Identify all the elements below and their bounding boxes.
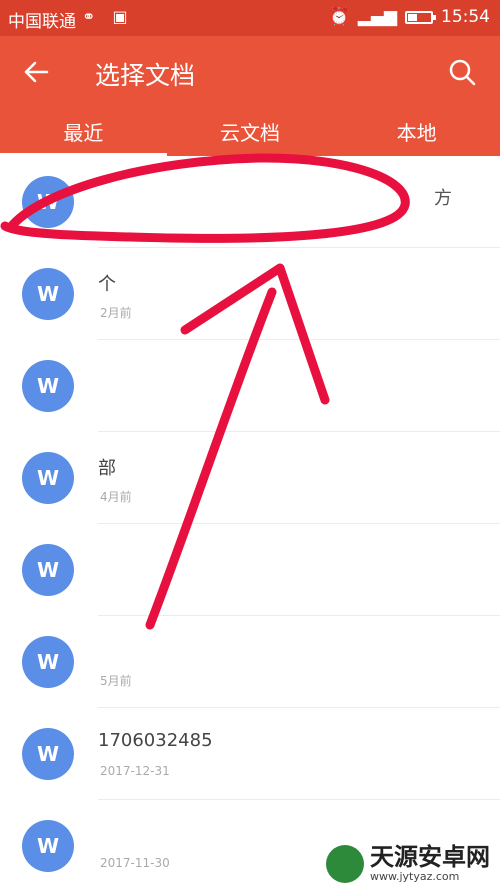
file-name: 个 (98, 274, 116, 295)
word-doc-icon: W (22, 636, 74, 688)
word-doc-icon: W (22, 176, 74, 228)
search-icon (449, 59, 476, 86)
signal-icon: ▂▄▆ (357, 7, 397, 27)
status-right: ⏰ ▂▄▆ 15:54 (329, 7, 490, 27)
watermark-url: www.jytyaz.com (370, 870, 460, 883)
file-name-tail: 方 (434, 188, 452, 209)
watermark-brand: 天源安卓网 (370, 843, 490, 871)
list-item[interactable]: W 5月前 (0, 616, 500, 708)
watermark: 天源安卓网 www.jytyaz.com (322, 842, 494, 885)
tab-bar: 最近 云文档 本地 (0, 116, 500, 156)
tab-cloud-docs[interactable]: 云文档 (167, 116, 334, 156)
notification-icons: ⚭ ▣ (82, 7, 134, 26)
tab-local[interactable]: 本地 (333, 116, 500, 156)
file-date: 5月前 (100, 674, 132, 688)
list-item[interactable]: W (0, 524, 500, 616)
word-doc-icon: W (22, 360, 74, 412)
page-title: 选择文档 (95, 61, 196, 90)
word-doc-icon: W (22, 820, 74, 872)
app-bar: 选择文档 最近 云文档 本地 (0, 36, 500, 156)
file-name: 17060324​85 (98, 730, 213, 751)
back-button[interactable] (18, 54, 54, 90)
android-logo-icon (326, 844, 364, 883)
file-date: 4月前 (100, 490, 132, 504)
tab-recent[interactable]: 最近 (0, 116, 167, 156)
list-item[interactable]: W 方 (0, 156, 500, 248)
list-item[interactable]: W 17060324​85 2017-12-31 (0, 708, 500, 800)
carrier-name: 中国联通 (8, 12, 76, 32)
list-item[interactable]: W 个 2月前 (0, 248, 500, 340)
arrow-left-icon (24, 61, 49, 83)
search-button[interactable] (444, 54, 480, 90)
word-doc-icon: W (22, 268, 74, 320)
list-item[interactable]: W (0, 340, 500, 432)
status-bar: 中国联通 ⚭ ▣ ⏰ ▂▄▆ 15:54 (0, 0, 500, 36)
word-doc-icon: W (22, 452, 74, 504)
battery-icon (405, 10, 436, 24)
word-doc-icon: W (22, 728, 74, 780)
clock: 15:54 (441, 7, 490, 27)
file-date: 2月前 (100, 306, 132, 320)
alarm-icon: ⏰ (328, 7, 350, 27)
file-list: W 方 W 个 2月前 W W 部 4月前 W W 5月前 W 17060324… (0, 156, 500, 892)
file-date: 2017-12-31 (100, 764, 170, 778)
file-date: 2017-11-30 (100, 856, 170, 870)
list-item[interactable]: W 部 4月前 (0, 432, 500, 524)
file-name: 部 (98, 458, 116, 479)
word-doc-icon: W (22, 544, 74, 596)
